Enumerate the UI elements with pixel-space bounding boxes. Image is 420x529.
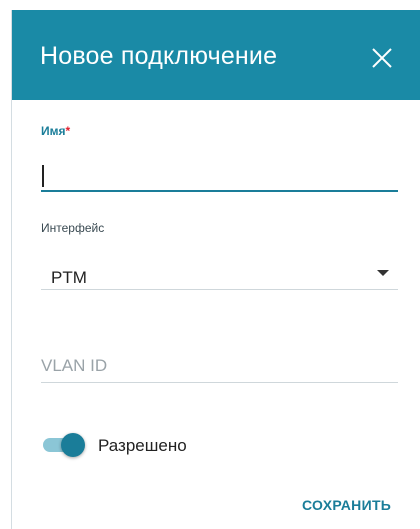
interface-value: PTM xyxy=(51,268,87,287)
vlan-id-underline xyxy=(41,382,398,383)
dialog-title: Новое подключение xyxy=(40,42,278,70)
interface-select[interactable] xyxy=(41,250,398,290)
enabled-toggle[interactable] xyxy=(41,433,87,457)
name-label-text: Имя xyxy=(41,124,66,138)
name-label: Имя* xyxy=(41,124,70,138)
toggle-knob xyxy=(61,433,85,457)
vlan-id-placeholder: VLAN ID xyxy=(41,356,108,375)
required-mark: * xyxy=(65,124,71,138)
interface-underline xyxy=(41,289,398,290)
name-underline xyxy=(41,190,398,192)
save-button[interactable]: СОХРАНИТЬ xyxy=(302,497,391,513)
interface-label: Интерфейс xyxy=(41,221,105,235)
name-input[interactable] xyxy=(41,158,397,192)
enabled-label: Разрешено xyxy=(98,436,187,455)
dropdown-arrow-icon[interactable] xyxy=(376,266,390,280)
dialog-header: Новое подключение xyxy=(12,10,420,100)
close-icon xyxy=(372,48,392,68)
new-connection-dialog: Новое подключение Имя* Интерфейс PTM VLA… xyxy=(11,10,420,529)
close-button[interactable] xyxy=(367,43,397,73)
text-cursor xyxy=(42,165,44,187)
